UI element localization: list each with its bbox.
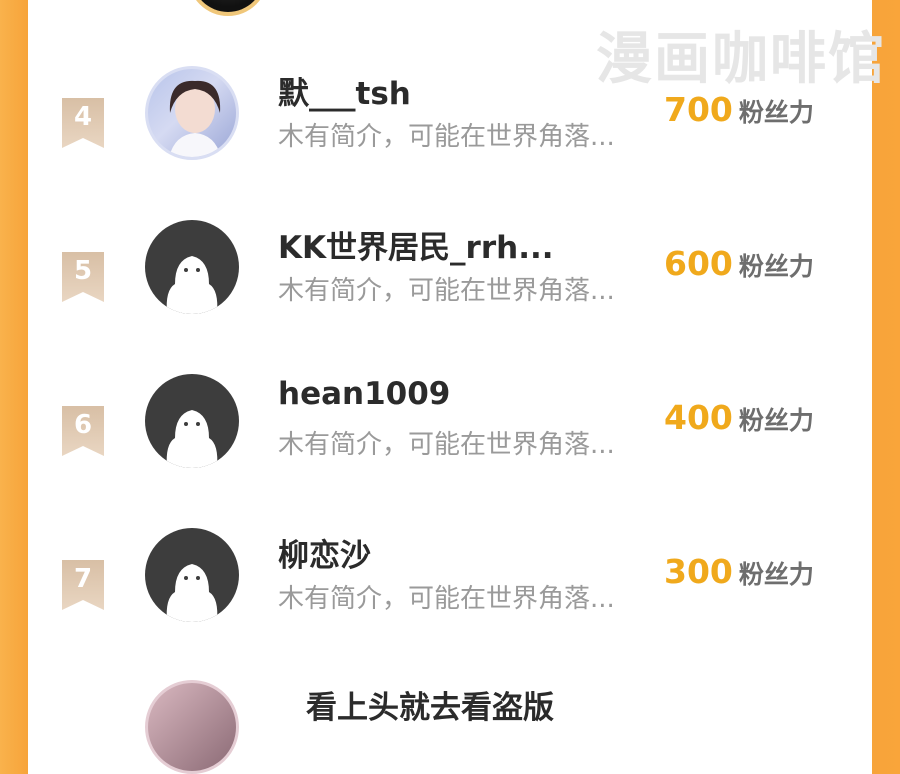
fan-power-value: 300: [664, 552, 733, 591]
fan-power-score: 400 粉丝力: [664, 398, 814, 437]
user-bio: 木有简介，可能在世界角落...: [278, 584, 615, 614]
watermark: 漫画咖啡馆: [596, 27, 886, 92]
user-name[interactable]: 默___tsh: [278, 68, 411, 113]
user-name-partial[interactable]: 看上头就去看盗版: [306, 682, 554, 727]
user-bio: 木有简介，可能在世界角落...: [278, 122, 615, 152]
rank-number: 5: [73, 256, 93, 286]
avatar[interactable]: [145, 66, 239, 160]
avatar[interactable]: [145, 528, 239, 622]
user-bio: 木有简介，可能在世界角落...: [278, 430, 615, 460]
avatar-rank-3-partial[interactable]: [188, 0, 268, 16]
ghost-avatar-icon: [166, 410, 218, 468]
rank-badge: 4: [62, 98, 104, 148]
fan-power-unit: 粉丝力: [738, 252, 814, 281]
avatar-rank-8-partial[interactable]: [145, 680, 239, 774]
fan-power-value: 600: [664, 244, 733, 283]
fan-power-unit: 粉丝力: [738, 98, 814, 127]
ranking-row-7[interactable]: 7 柳恋沙 木有简介，可能在世界角落... 300 粉丝力: [28, 528, 872, 648]
fan-ranking-card: 4 默___tsh 木有简介，可能在世界角落... 700 粉丝力 5 KK世界…: [28, 0, 872, 774]
rank-number: 4: [73, 102, 93, 132]
ranking-row-5[interactable]: 5 KK世界居民_rrh... 木有简介，可能在世界角落... 600 粉丝力: [28, 220, 872, 340]
user-name[interactable]: hean1009: [278, 376, 450, 412]
fan-power-value: 400: [664, 398, 733, 437]
fan-power-score: 600 粉丝力: [664, 244, 814, 283]
user-name[interactable]: KK世界居民_rrh...: [278, 222, 554, 267]
rank-badge: 5: [62, 252, 104, 302]
rank-badge: 6: [62, 406, 104, 456]
user-bio: 木有简介，可能在世界角落...: [278, 276, 615, 306]
rank-badge: 7: [62, 560, 104, 610]
avatar[interactable]: [145, 374, 239, 468]
fan-power-value: 700: [664, 90, 733, 129]
rank-number: 6: [73, 410, 93, 440]
fan-power-unit: 粉丝力: [738, 406, 814, 435]
fan-power-score: 700 粉丝力: [664, 90, 814, 129]
ranking-row-6[interactable]: 6 hean1009 木有简介，可能在世界角落... 400 粉丝力: [28, 374, 872, 494]
ghost-avatar-icon: [166, 564, 218, 622]
rank-number: 7: [73, 564, 93, 594]
ghost-avatar-icon: [166, 256, 218, 314]
fan-power-unit: 粉丝力: [738, 560, 814, 589]
avatar[interactable]: [145, 220, 239, 314]
user-name[interactable]: 柳恋沙: [278, 530, 371, 575]
fan-power-score: 300 粉丝力: [664, 552, 814, 591]
